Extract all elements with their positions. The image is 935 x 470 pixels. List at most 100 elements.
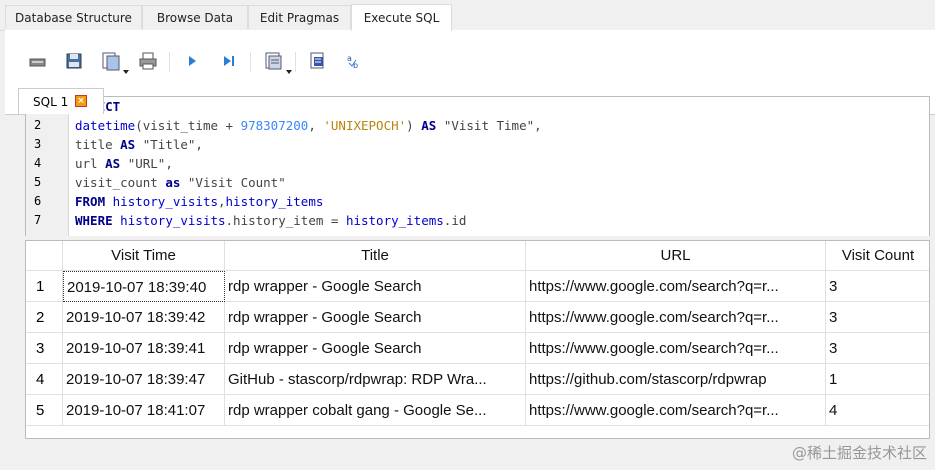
table-cell[interactable]: rdp wrapper - Google Search bbox=[225, 271, 526, 302]
code-token: history_items bbox=[345, 213, 444, 228]
toolbar-separator bbox=[250, 52, 251, 72]
column-header[interactable]: Title bbox=[225, 241, 526, 271]
table-cell[interactable]: https://www.google.com/search?q=r... bbox=[526, 271, 826, 302]
line-number: 7 bbox=[34, 213, 42, 227]
column-header[interactable]: Visit Count bbox=[826, 241, 929, 271]
code-text: FROM history_visits,history_items bbox=[75, 192, 323, 211]
main-tab-bar: Database Structure Browse Data Edit Prag… bbox=[0, 0, 935, 31]
code-token: "URL", bbox=[120, 156, 173, 171]
code-text: url AS "URL", bbox=[75, 154, 173, 173]
code-token: history_items bbox=[225, 194, 324, 209]
print-icon[interactable] bbox=[137, 50, 159, 72]
table-cell[interactable]: 3 bbox=[826, 333, 929, 364]
code-token: AS bbox=[120, 137, 136, 152]
table-cell[interactable]: 2019-10-07 18:39:47 bbox=[63, 364, 225, 395]
code-token: .id bbox=[443, 213, 467, 228]
line-number: 3 bbox=[34, 137, 42, 151]
code-token: visit_count bbox=[75, 175, 166, 190]
table-row[interactable]: 5 2019-10-07 18:41:07 rdp wrapper cobalt g… bbox=[26, 395, 929, 426]
table-cell[interactable]: 2019-10-07 18:39:42 bbox=[63, 302, 225, 333]
table-row[interactable]: 2 2019-10-07 18:39:42 rdp wrapper - Google… bbox=[26, 302, 929, 333]
line-number: 6 bbox=[34, 194, 42, 208]
code-text: visit_count as "Visit Count" bbox=[75, 173, 286, 192]
table-cell[interactable]: https://www.google.com/search?q=r... bbox=[526, 333, 826, 364]
table-cell[interactable]: GitHub - stascorp/rdpwrap: RDP Wra... bbox=[225, 364, 526, 395]
table-row[interactable]: 1 2019-10-07 18:39:40 rdp wrapper - Google… bbox=[26, 271, 929, 302]
row-number[interactable]: 1 bbox=[26, 271, 63, 302]
sql-editor-tab[interactable]: SQL 1 × bbox=[18, 88, 104, 114]
table-cell[interactable]: rdp wrapper cobalt gang - Google Se... bbox=[225, 395, 526, 426]
table-cell[interactable]: 3 bbox=[826, 302, 929, 333]
find-icon[interactable] bbox=[307, 50, 329, 72]
execute-line-icon[interactable] bbox=[218, 50, 240, 72]
save-sql-dropdown[interactable] bbox=[100, 50, 129, 74]
row-number[interactable]: 3 bbox=[26, 333, 63, 364]
grid-corner bbox=[26, 241, 63, 271]
code-token: 'UNIXEPOCH' bbox=[323, 118, 407, 133]
toolbar-separator bbox=[169, 52, 170, 72]
column-header[interactable]: Visit Time bbox=[63, 241, 225, 271]
code-token: WHERE bbox=[75, 213, 113, 228]
results-grid[interactable]: Visit Time Title URL Visit Count 1 2019-10-07… bbox=[25, 240, 930, 439]
tab-execute-sql[interactable]: Execute SQL bbox=[351, 4, 452, 31]
code-text: WHERE history_visits.history_item = hist… bbox=[75, 211, 466, 230]
open-tab-icon[interactable] bbox=[27, 50, 49, 72]
code-token: "Title", bbox=[135, 137, 203, 152]
code-token: .history_item = bbox=[225, 213, 346, 228]
code-token: as bbox=[165, 175, 181, 190]
code-token: "Visit Count" bbox=[180, 175, 286, 190]
table-cell[interactable]: 4 bbox=[826, 395, 929, 426]
close-icon[interactable]: × bbox=[75, 95, 87, 107]
code-token: FROM bbox=[75, 194, 106, 209]
table-row[interactable]: 4 2019-10-07 18:39:47 GitHub - stascorp/rd… bbox=[26, 364, 929, 395]
row-number[interactable]: 5 bbox=[26, 395, 63, 426]
code-line: 2 datetime(visit_time + 978307200, 'UNIXE… bbox=[26, 116, 926, 135]
code-token: AS bbox=[421, 118, 437, 133]
code-line: 3 title AS "Title", bbox=[26, 135, 926, 154]
table-cell[interactable]: 2019-10-07 18:39:41 bbox=[63, 333, 225, 364]
sql-tab-label: SQL 1 bbox=[33, 95, 69, 109]
code-text: title AS "Title", bbox=[75, 135, 203, 154]
column-header[interactable]: URL bbox=[526, 241, 826, 271]
code-line: 7 WHERE history_visits.history_item = his… bbox=[26, 211, 926, 230]
code-token: , bbox=[218, 194, 226, 209]
code-token: "Visit Time", bbox=[436, 118, 542, 133]
tab-database-structure[interactable]: Database Structure bbox=[5, 5, 142, 29]
tab-browse-data[interactable]: Browse Data bbox=[142, 5, 248, 29]
sql-editor[interactable]: 1SELECT 2 datetime(visit_time + 978307200,… bbox=[25, 96, 930, 236]
table-cell[interactable]: rdp wrapper - Google Search bbox=[225, 302, 526, 333]
table-cell[interactable]: 3 bbox=[826, 271, 929, 302]
row-number[interactable]: 4 bbox=[26, 364, 63, 395]
code-line: 6 FROM history_visits,history_items bbox=[26, 192, 926, 211]
line-number: 4 bbox=[34, 156, 42, 170]
svg-text:b: b bbox=[353, 61, 358, 70]
table-cell[interactable]: https://www.google.com/search?q=r... bbox=[526, 395, 826, 426]
table-cell[interactable]: 1 bbox=[826, 364, 929, 395]
save-results-icon bbox=[265, 52, 282, 70]
row-number[interactable]: 2 bbox=[26, 302, 63, 333]
table-row[interactable]: 3 2019-10-07 18:39:41 rdp wrapper - Google… bbox=[26, 333, 929, 364]
save-results-dropdown[interactable] bbox=[263, 50, 292, 74]
table-cell[interactable]: https://github.com/stascorp/rdpwrap bbox=[526, 364, 826, 395]
save-sql-icon bbox=[102, 52, 120, 71]
code-token: ) bbox=[406, 118, 422, 133]
code-line: 4 url AS "URL", bbox=[26, 154, 926, 173]
table-cell[interactable]: rdp wrapper - Google Search bbox=[225, 333, 526, 364]
code-text: datetime(visit_time + 978307200, 'UNIXEP… bbox=[75, 116, 542, 135]
execute-all-icon[interactable] bbox=[181, 50, 203, 72]
find-replace-icon[interactable]: ab bbox=[343, 50, 365, 72]
watermark: @稀土掘金技术社区 bbox=[791, 444, 927, 462]
code-token: datetime bbox=[75, 118, 136, 133]
tab-edit-pragmas[interactable]: Edit Pragmas bbox=[248, 5, 351, 29]
table-cell[interactable]: 2019-10-07 18:41:07 bbox=[63, 395, 225, 426]
code-line: 5 visit_count as "Visit Count" bbox=[26, 173, 926, 192]
table-cell[interactable]: 2019-10-07 18:39:40 bbox=[63, 271, 225, 302]
code-token: , bbox=[308, 118, 324, 133]
toolbar-separator bbox=[295, 52, 296, 72]
open-sql-file-icon[interactable] bbox=[63, 50, 85, 72]
code-token: history_visits bbox=[112, 194, 218, 209]
table-cell[interactable]: https://www.google.com/search?q=r... bbox=[526, 302, 826, 333]
line-number: 5 bbox=[34, 175, 42, 189]
code-token: AS bbox=[105, 156, 121, 171]
